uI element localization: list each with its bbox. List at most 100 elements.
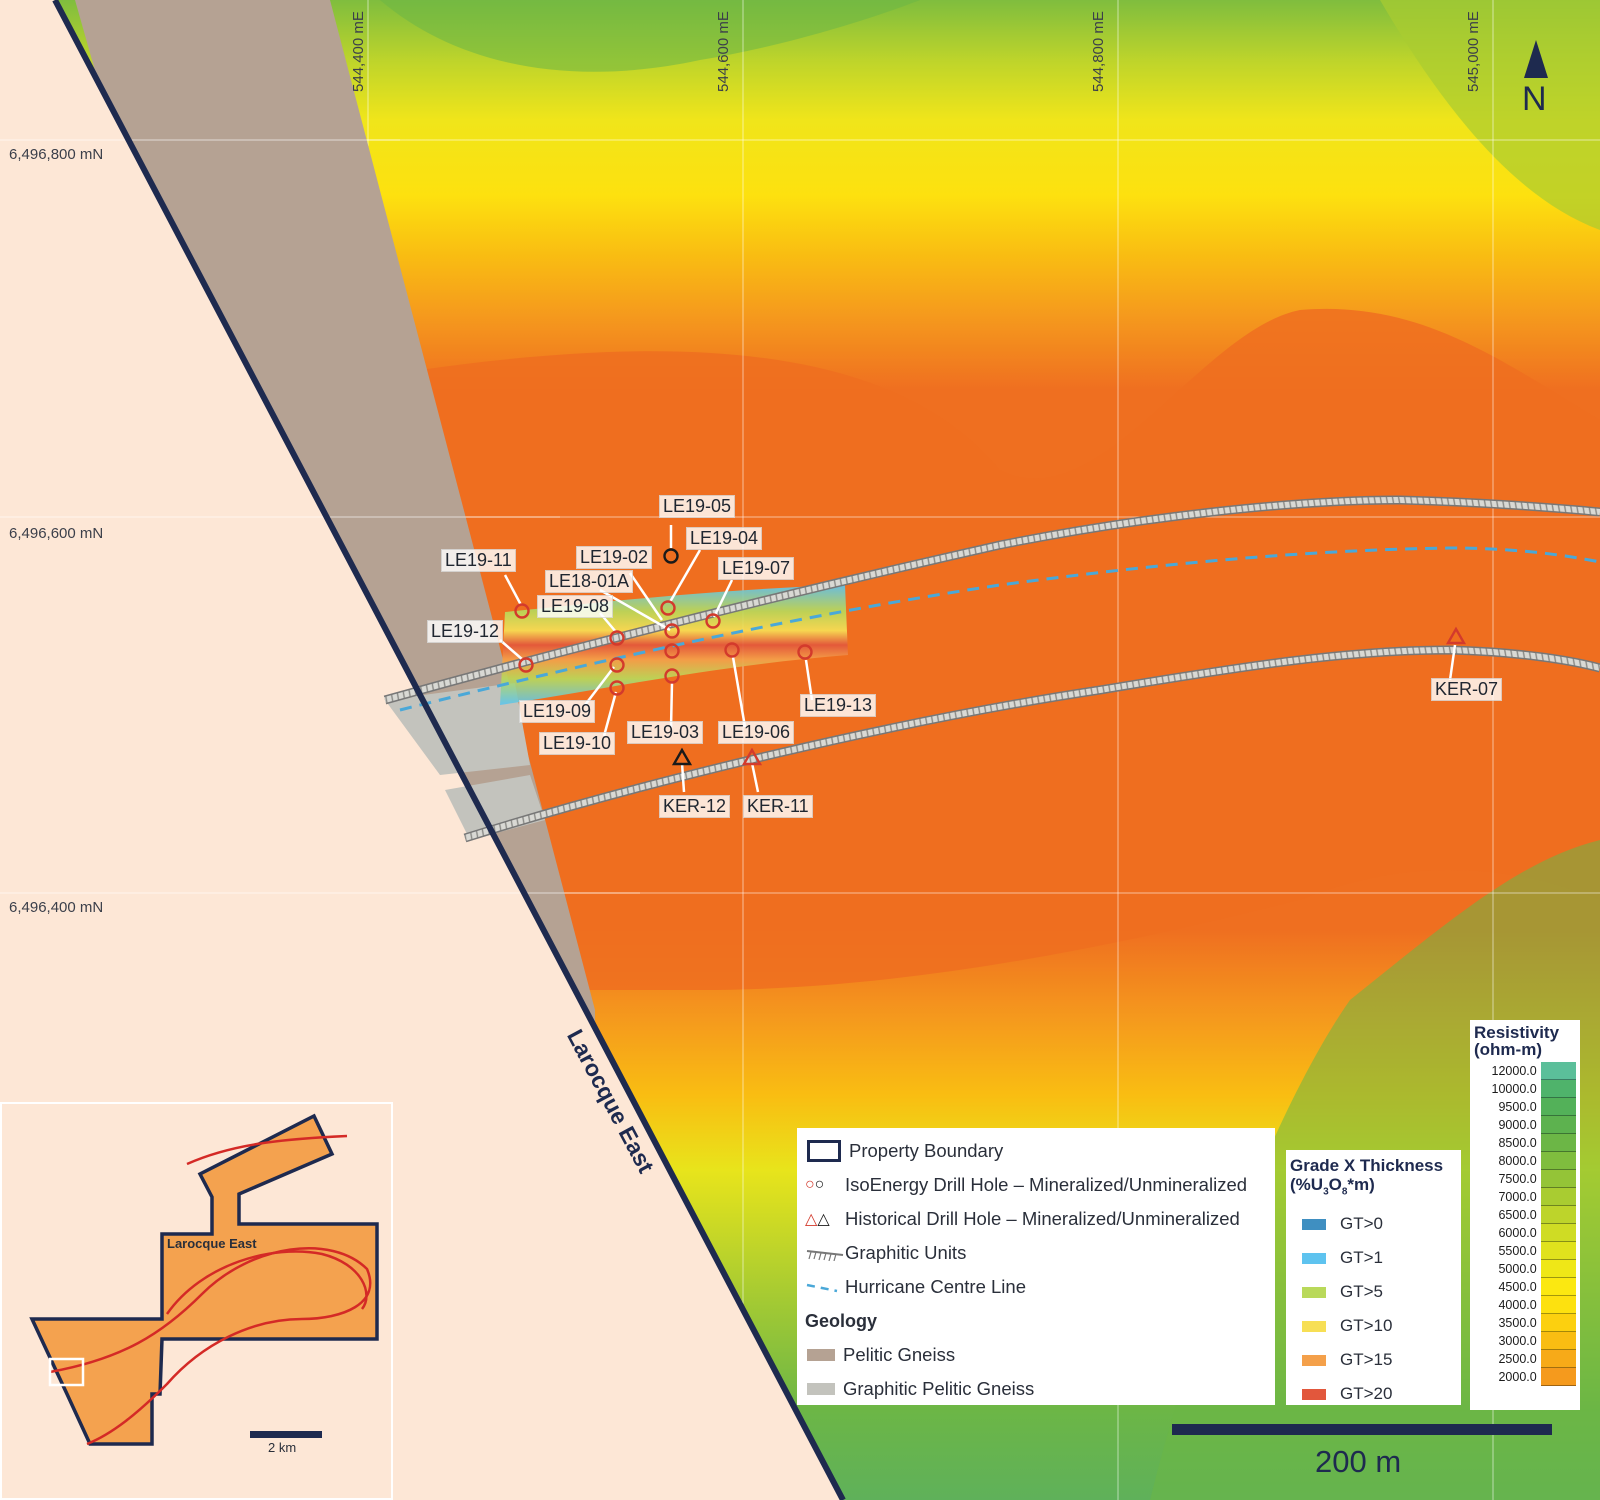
legend-isoenergy-hole: ○○ IsoEnergy Drill Hole – Mineralized/Un… (805, 1168, 1267, 1202)
resistivity-value: 9500.0 (1498, 1100, 1537, 1114)
resistivity-swatch (1540, 1152, 1576, 1170)
resistivity-swatch (1540, 1314, 1576, 1332)
resistivity-swatch (1540, 1062, 1576, 1080)
resistivity-value: 2500.0 (1498, 1352, 1537, 1366)
resistivity-value: 3000.0 (1498, 1334, 1537, 1348)
triangle-symbols-icon: △△ (805, 1211, 830, 1228)
legend-geology-title: Geology (805, 1310, 878, 1331)
legend-hurricane-line: Hurricane Centre Line (805, 1270, 1267, 1304)
gt-legend-row: GT>10 (1290, 1309, 1457, 1343)
resistivity-swatch (1540, 1368, 1576, 1386)
inset-scale-label: 2 km (268, 1440, 297, 1455)
resistivity-swatch (1540, 1206, 1576, 1224)
hole-label: LE19-05 (659, 495, 736, 518)
resistivity-swatch (1540, 1260, 1576, 1278)
resistivity-row: 5000.0 (1474, 1260, 1576, 1278)
resistivity-row: 12000.0 (1474, 1062, 1576, 1080)
resistivity-swatch (1540, 1134, 1576, 1152)
legend-label: Historical Drill Hole – Mineralized/Unmi… (845, 1208, 1240, 1229)
resistivity-value: 5000.0 (1498, 1262, 1537, 1276)
graphitic-pelitic-swatch (807, 1383, 835, 1395)
resistivity-row: 3000.0 (1474, 1332, 1576, 1350)
gt-legend-units: (%U3O8*m) (1290, 1175, 1457, 1201)
resistivity-swatch (1540, 1098, 1576, 1116)
resistivity-swatch (1540, 1116, 1576, 1134)
hole-label: LE19-03 (627, 721, 704, 744)
northing-label-2: 6,496,600 mN (9, 525, 104, 542)
legend-label: Graphitic Units (845, 1242, 967, 1263)
resistivity-swatch (1540, 1188, 1576, 1206)
resistivity-value: 12000.0 (1491, 1064, 1537, 1078)
easting-label-3: 544,800 mE (1090, 11, 1107, 92)
hole-label: LE18-01A (545, 570, 634, 593)
units-text: O (1328, 1175, 1342, 1194)
gt-swatch (1302, 1354, 1326, 1366)
units-text: (%U (1290, 1175, 1324, 1194)
resistivity-row: 5500.0 (1474, 1242, 1576, 1260)
gt-swatch (1302, 1286, 1326, 1298)
resistivity-value: 8500.0 (1498, 1136, 1537, 1150)
resistivity-value: 10000.0 (1491, 1082, 1537, 1096)
hole-label: LE19-13 (800, 694, 877, 717)
map-figure: 544,400 mE 544,600 mE 544,800 mE 545,000… (0, 0, 1600, 1500)
resistivity-row: 10000.0 (1474, 1080, 1576, 1098)
gt-legend-row: GT>20 (1290, 1377, 1457, 1411)
resistivity-scale: 12000.0 10000.0 9500.0 9000.0 8500.0 8000.0 75… (1474, 1062, 1576, 1386)
north-label: N (1522, 80, 1547, 118)
gt-legend-row: GT>15 (1290, 1343, 1457, 1377)
gt-label: GT>10 (1340, 1316, 1393, 1336)
gt-label: GT>0 (1340, 1214, 1383, 1234)
gt-legend: Grade X Thickness (%U3O8*m) GT>0 GT>1 GT>5… (1286, 1150, 1461, 1405)
resistivity-value: 7000.0 (1498, 1190, 1537, 1204)
map-legend: Property Boundary ○○ IsoEnergy Drill Hol… (797, 1128, 1275, 1405)
legend-graphitic-pelitic-gneiss: Graphitic Pelitic Gneiss (805, 1372, 1267, 1406)
legend-historical-hole: △△ Historical Drill Hole – Mineralized/U… (805, 1202, 1267, 1236)
resistivity-row: 7000.0 (1474, 1188, 1576, 1206)
gt-legend-title: Grade X Thickness (1290, 1156, 1444, 1175)
easting-label-1: 544,400 mE (350, 11, 367, 92)
resistivity-value: 7500.0 (1498, 1172, 1537, 1186)
resistivity-row: 2500.0 (1474, 1350, 1576, 1368)
hole-label: KER-12 (659, 795, 731, 818)
resistivity-swatch (1540, 1350, 1576, 1368)
hole-label: LE19-12 (427, 620, 504, 643)
gt-legend-row: GT>1 (1290, 1241, 1457, 1275)
resistivity-value: 2000.0 (1498, 1370, 1537, 1384)
gt-label: GT>20 (1340, 1384, 1393, 1404)
resistivity-swatch (1540, 1170, 1576, 1188)
gt-legend-items: GT>0 GT>1 GT>5 GT>10 GT>15 GT>20 (1290, 1207, 1457, 1411)
resistivity-value: 3500.0 (1498, 1316, 1537, 1330)
easting-label-4: 545,000 mE (1465, 11, 1482, 92)
hatch-line-icon (806, 1250, 844, 1261)
resistivity-legend: Resistivity (ohm-m) 12000.0 10000.0 9500.0… (1470, 1020, 1580, 1410)
hole-label: LE19-06 (718, 721, 795, 744)
resistivity-row: 7500.0 (1474, 1170, 1576, 1188)
units-text: *m) (1347, 1175, 1375, 1194)
resistivity-row: 6000.0 (1474, 1224, 1576, 1242)
northing-label-3: 6,496,400 mN (9, 899, 104, 916)
resistivity-swatch (1540, 1080, 1576, 1098)
easting-label-2: 544,600 mE (715, 11, 732, 92)
resistivity-row: 8000.0 (1474, 1152, 1576, 1170)
resistivity-value: 6500.0 (1498, 1208, 1537, 1222)
resistivity-swatch (1540, 1296, 1576, 1314)
resistivity-row: 4000.0 (1474, 1296, 1576, 1314)
gt-legend-row: GT>0 (1290, 1207, 1457, 1241)
scale-bar-label: 200 m (1315, 1444, 1402, 1479)
hole-label: KER-11 (743, 795, 813, 818)
northing-label-1: 6,496,800 mN (9, 146, 104, 163)
hole-label: LE19-08 (537, 595, 614, 618)
legend-label: IsoEnergy Drill Hole – Mineralized/Unmin… (845, 1174, 1248, 1195)
resistivity-swatch (1540, 1278, 1576, 1296)
gt-swatch (1302, 1388, 1326, 1400)
resistivity-value: 6000.0 (1498, 1226, 1537, 1240)
gt-swatch (1302, 1320, 1326, 1332)
inset-property-shape (29, 1113, 379, 1446)
resistivity-row: 9500.0 (1474, 1098, 1576, 1116)
hole-label: LE19-11 (441, 549, 516, 572)
resistivity-swatch (1540, 1332, 1576, 1350)
resistivity-row: 9000.0 (1474, 1116, 1576, 1134)
resistivity-value: 8000.0 (1498, 1154, 1537, 1168)
hole-label: LE19-10 (539, 732, 616, 755)
gt-label: GT>5 (1340, 1282, 1383, 1302)
